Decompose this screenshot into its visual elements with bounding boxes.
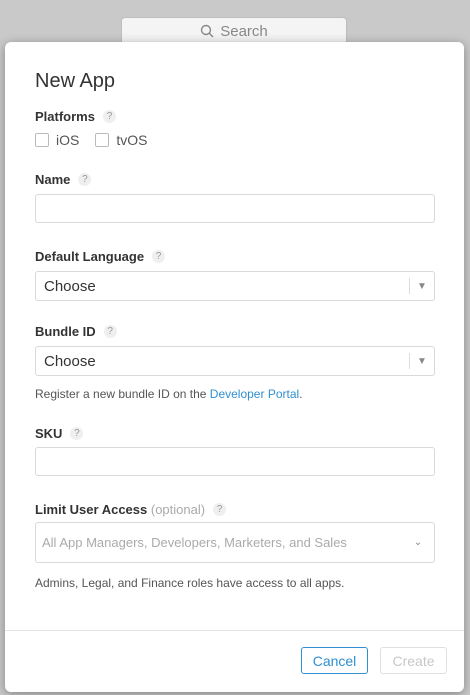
limit-user-access-label-text: Limit User Access (optional) <box>35 502 205 517</box>
default-language-value: Choose <box>44 277 96 295</box>
platforms-label-text: Platforms <box>35 109 95 124</box>
sku-label-text: SKU <box>35 426 63 441</box>
tvos-label: tvOS <box>116 132 148 148</box>
platform-options: iOS tvOS <box>35 132 147 148</box>
chevron-down-icon: ▼ <box>417 355 427 367</box>
create-button[interactable]: Create <box>380 647 447 674</box>
default-language-select[interactable]: Choose ▼ <box>35 271 435 301</box>
limit-label-main: Limit User Access <box>35 502 148 517</box>
bundle-id-hint: Register a new bundle ID on the Develope… <box>35 387 303 401</box>
optional-tag: (optional) <box>150 502 206 517</box>
bundle-id-help-icon[interactable]: ? <box>103 325 117 338</box>
platform-ios-checkbox[interactable]: iOS <box>35 132 79 148</box>
search-icon <box>201 24 214 38</box>
new-app-modal: New App Platforms ? iOS tvOS Name ? Defa… <box>5 42 464 692</box>
limit-user-access-hint: Admins, Legal, and Finance roles have ac… <box>35 576 345 590</box>
limit-user-access-label: Limit User Access (optional) ? <box>35 502 227 517</box>
tvos-checkbox-box[interactable] <box>95 133 110 147</box>
platforms-help-icon[interactable]: ? <box>102 110 116 123</box>
limit-user-access-select[interactable]: All App Managers, Developers, Marketers,… <box>35 522 435 563</box>
chevron-down-icon: ⌄ <box>413 537 423 548</box>
name-label-text: Name <box>35 172 71 187</box>
name-help-icon[interactable]: ? <box>78 173 92 186</box>
limit-user-access-placeholder: All App Managers, Developers, Marketers,… <box>42 535 347 550</box>
bundle-id-label-text: Bundle ID <box>35 324 96 339</box>
search-placeholder: Search <box>220 22 268 40</box>
ios-label: iOS <box>56 132 80 148</box>
limit-user-access-help-icon[interactable]: ? <box>213 503 227 516</box>
background-search-field: Search <box>121 17 347 45</box>
name-label: Name ? <box>35 172 92 187</box>
sku-input[interactable] <box>35 447 435 476</box>
sku-label: SKU ? <box>35 426 84 441</box>
bundle-hint-text: Register a new bundle ID on the <box>35 387 210 401</box>
bundle-hint-suffix: . <box>299 387 303 401</box>
footer-divider <box>5 630 464 631</box>
default-language-label: Default Language ? <box>35 249 166 264</box>
cancel-button[interactable]: Cancel <box>301 647 368 674</box>
chevron-down-icon: ▼ <box>417 280 427 292</box>
default-language-help-icon[interactable]: ? <box>152 250 166 263</box>
bundle-id-label: Bundle ID ? <box>35 324 117 339</box>
default-language-label-text: Default Language <box>35 249 145 264</box>
ios-checkbox-box[interactable] <box>35 133 49 147</box>
sku-help-icon[interactable]: ? <box>70 427 84 440</box>
bundle-id-select[interactable]: Choose ▼ <box>35 346 435 376</box>
modal-title: New App <box>35 70 116 92</box>
developer-portal-link[interactable]: Developer Portal <box>210 387 299 401</box>
bundle-id-value: Choose <box>44 352 96 370</box>
platform-tvos-checkbox[interactable]: tvOS <box>95 132 147 148</box>
name-input[interactable] <box>35 194 435 223</box>
platforms-label: Platforms ? <box>35 109 116 124</box>
